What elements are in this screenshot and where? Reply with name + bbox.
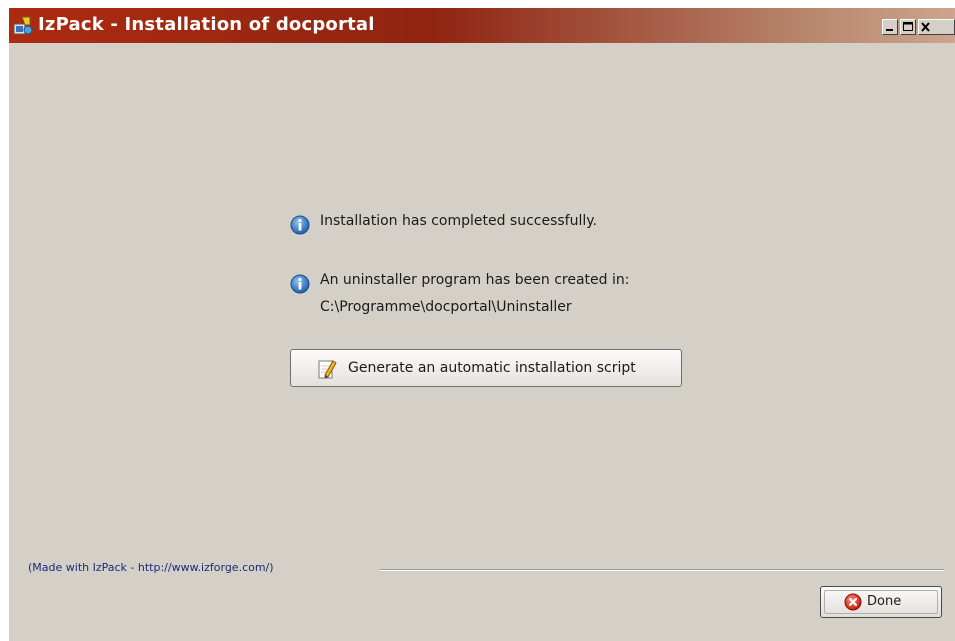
title-bar[interactable]: IzPack - Installation of docportal: [9, 8, 955, 43]
credit-text: (Made with IzPack - http://www.izforge.c…: [28, 561, 274, 574]
maximize-icon: [903, 22, 913, 31]
minimize-button[interactable]: [882, 19, 898, 35]
installer-window: IzPack - Installation of docportal Insta…: [9, 8, 955, 641]
close-icon: [921, 22, 930, 32]
footer-divider: [380, 569, 944, 571]
izpack-app-icon: [13, 15, 33, 35]
info-icon: [290, 215, 310, 235]
generate-script-label: Generate an automatic installation scrip…: [348, 360, 636, 376]
done-label: Done: [867, 594, 902, 609]
info-icon: [290, 274, 310, 294]
red-x-circle-icon: [844, 593, 862, 611]
done-button[interactable]: Done: [820, 586, 942, 618]
uninstaller-message: An uninstaller program has been created …: [320, 272, 630, 288]
close-button[interactable]: [918, 19, 955, 35]
success-message: Installation has completed successfully.: [320, 213, 597, 229]
maximize-button[interactable]: [900, 19, 916, 35]
window-title: IzPack - Installation of docportal: [38, 14, 375, 35]
minimize-icon: [886, 29, 893, 31]
footer-credit: (Made with IzPack - http://www.izforge.c…: [28, 561, 948, 577]
generate-script-button[interactable]: Generate an automatic installation scrip…: [290, 349, 682, 387]
pencil-notepad-icon: [317, 358, 337, 380]
uninstaller-path: C:\Programme\docportal\Uninstaller: [320, 299, 572, 315]
